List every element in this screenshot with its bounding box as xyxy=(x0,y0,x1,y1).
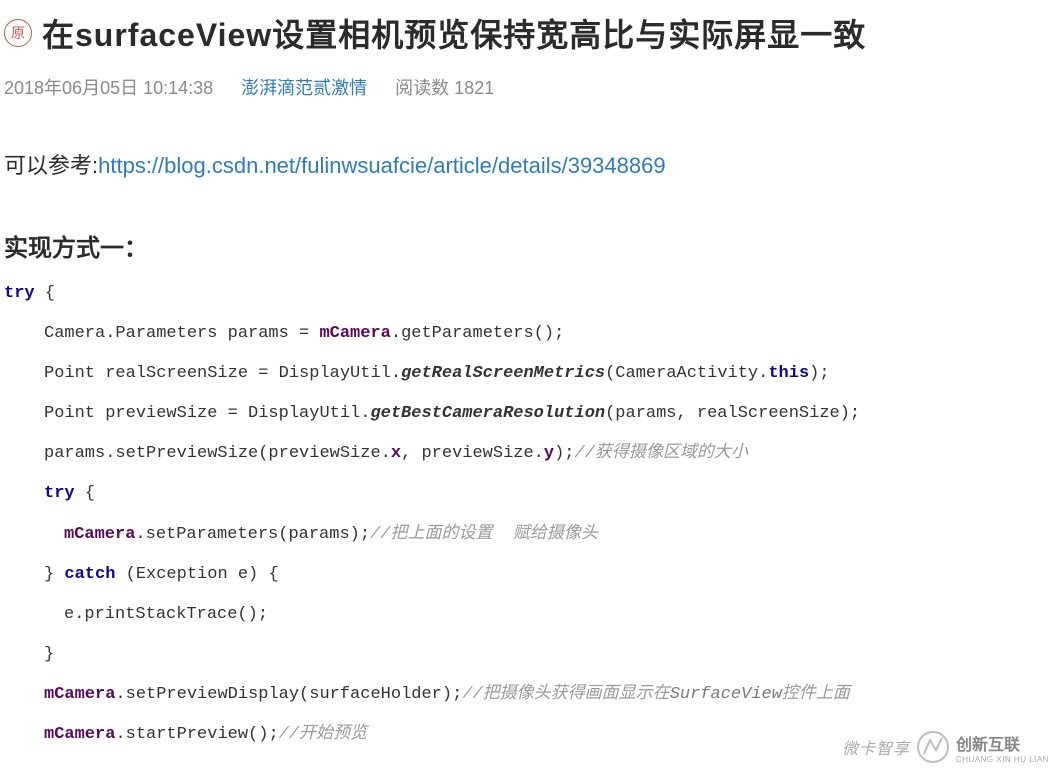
member-mcamera: mCamera xyxy=(44,685,115,704)
code-text: } xyxy=(44,645,54,664)
func-name: getBestCameraResolution xyxy=(370,404,605,423)
code-text: .getParameters(); xyxy=(391,324,564,343)
author-link[interactable]: 澎湃滴范贰激情 xyxy=(241,74,367,100)
member-y: y xyxy=(544,444,554,463)
code-text: Point realScreenSize = DisplayUtil. xyxy=(44,364,401,383)
code-comment: //获得摄像区域的大小 xyxy=(575,444,748,463)
publish-date: 2018年06月05日 10:14:38 xyxy=(4,74,213,100)
code-block: try { Camera.Parameters params = mCamera… xyxy=(4,283,1059,746)
code-line: try { xyxy=(4,483,1059,505)
code-text: .setPreviewDisplay(surfaceHolder); xyxy=(115,685,462,704)
keyword-try: try xyxy=(4,284,35,303)
member-mcamera: mCamera xyxy=(64,525,135,544)
func-name: getRealScreenMetrics xyxy=(401,364,605,383)
reference-label: 可以参考: xyxy=(4,153,98,178)
code-text: .startPreview(); xyxy=(115,725,278,744)
comment-emph: SurfaceView xyxy=(670,685,782,704)
code-text: } xyxy=(44,565,64,584)
reads-label: 阅读数 xyxy=(395,78,449,98)
comment-text: 控件上面 xyxy=(782,685,850,704)
article-header: 原 在surfaceView设置相机预览保持宽高比与实际屏显一致 xyxy=(4,10,1059,56)
reference-line: 可以参考:https://blog.csdn.net/fulinwsuafcie… xyxy=(4,148,1059,180)
code-comment: //把上面的设置 赋给摄像头 xyxy=(370,525,598,544)
code-line: try { xyxy=(4,283,1059,305)
section-heading: 实现方式一： xyxy=(4,228,1059,263)
code-text: Camera.Parameters params = xyxy=(44,324,319,343)
code-line: e.printStackTrace(); xyxy=(4,604,1059,626)
article-title: 在surfaceView设置相机预览保持宽高比与实际屏显一致 xyxy=(42,10,866,56)
code-text: (params, realScreenSize); xyxy=(605,404,860,423)
keyword-try: try xyxy=(44,484,75,503)
reference-link[interactable]: https://blog.csdn.net/fulinwsuafcie/arti… xyxy=(98,153,665,178)
read-count: 阅读数 1821 xyxy=(395,74,494,100)
code-text: (CameraActivity. xyxy=(605,364,768,383)
watermark: 微卡智享 创新互联 CHUANG XIN HU LIAN xyxy=(842,730,1049,764)
brand-cn: 创新互联 xyxy=(956,737,1020,754)
code-text: e.printStackTrace(); xyxy=(64,605,268,624)
code-line: Point previewSize = DisplayUtil.getBestC… xyxy=(4,403,1059,425)
keyword-catch: catch xyxy=(64,565,115,584)
code-line: Camera.Parameters params = mCamera.getPa… xyxy=(4,323,1059,345)
original-badge: 原 xyxy=(4,19,32,47)
code-line: mCamera.setPreviewDisplay(surfaceHolder)… xyxy=(4,684,1059,706)
code-comment: //把摄像头获得画面显示在SurfaceView控件上面 xyxy=(462,685,850,704)
member-x: x xyxy=(391,444,401,463)
code-text: { xyxy=(75,484,95,503)
keyword-this: this xyxy=(768,364,809,383)
code-text: .setParameters(params); xyxy=(135,525,370,544)
logo-icon xyxy=(916,730,950,764)
code-text: Point previewSize = DisplayUtil. xyxy=(44,404,370,423)
code-line: Point realScreenSize = DisplayUtil.getRe… xyxy=(4,363,1059,385)
code-text: params.setPreviewSize(previewSize. xyxy=(44,444,391,463)
comment-text: //把摄像头获得画面显示在 xyxy=(462,685,669,704)
code-comment: //开始预览 xyxy=(279,725,367,744)
code-text: ); xyxy=(554,444,574,463)
code-line: mCamera.setParameters(params);//把上面的设置 赋… xyxy=(4,524,1059,546)
code-text: (Exception e) { xyxy=(115,565,278,584)
member-mcamera: mCamera xyxy=(44,725,115,744)
code-line: params.setPreviewSize(previewSize.x, pre… xyxy=(4,443,1059,465)
member-mcamera: mCamera xyxy=(319,324,390,343)
code-line: } catch (Exception e) { xyxy=(4,564,1059,586)
article-meta: 2018年06月05日 10:14:38 澎湃滴范贰激情 阅读数 1821 xyxy=(4,74,1059,100)
code-text: , previewSize. xyxy=(401,444,544,463)
brand-en: CHUANG XIN HU LIAN xyxy=(956,755,1049,764)
code-text: { xyxy=(35,284,55,303)
reads-value: 1821 xyxy=(454,78,494,98)
code-text: ); xyxy=(809,364,829,383)
watermark-text: 微卡智享 xyxy=(842,735,910,759)
code-line: } xyxy=(4,644,1059,666)
watermark-brand: 创新互联 CHUANG XIN HU LIAN xyxy=(956,731,1049,764)
